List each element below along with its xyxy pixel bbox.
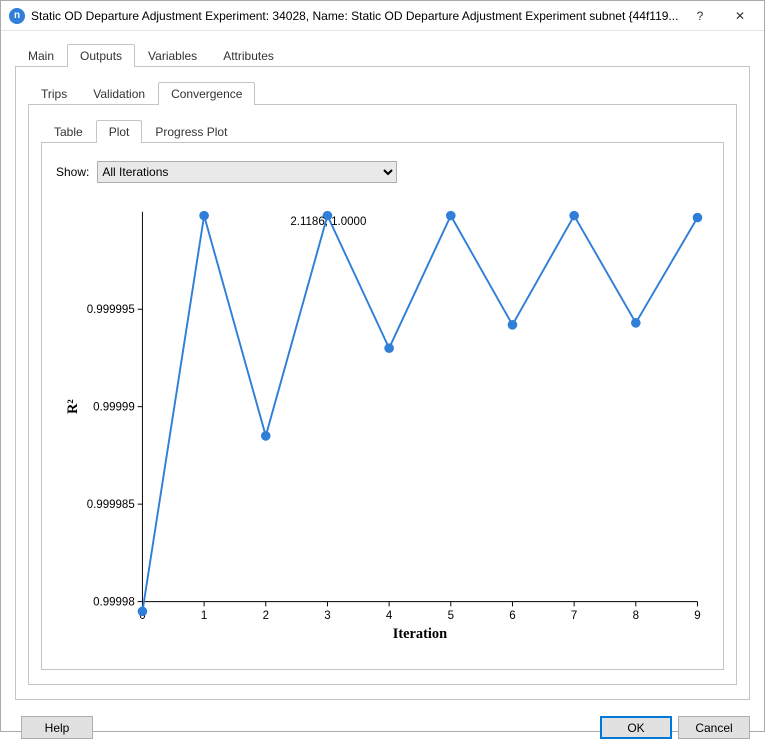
svg-text:0.99999: 0.99999 [93, 402, 135, 414]
tab-main-main[interactable]: Main [15, 44, 67, 67]
tab-sub1-validation[interactable]: Validation [80, 82, 158, 105]
titlebar: n Static OD Departure Adjustment Experim… [1, 1, 764, 31]
tab-main-attributes[interactable]: Attributes [210, 44, 287, 67]
tab-main-outputs[interactable]: Outputs [67, 44, 135, 67]
plot-panel: Show: All Iterations 0.99998 0.999985 0.99… [41, 143, 724, 670]
convergence-panel: TablePlotProgress Plot Show: All Iterati… [28, 105, 737, 685]
svg-text:3: 3 [324, 610, 330, 622]
tab-sub2-table[interactable]: Table [41, 120, 96, 143]
tabs-main: MainOutputsVariablesAttributes [15, 43, 750, 67]
svg-text:2: 2 [263, 610, 269, 622]
close-button[interactable]: ✕ [720, 2, 760, 30]
tab-sub1-convergence[interactable]: Convergence [158, 82, 255, 105]
chart: 0.999980.9999850.999990.9999950123456789… [56, 193, 709, 653]
svg-text:0.999985: 0.999985 [87, 499, 135, 511]
svg-text:9: 9 [694, 610, 700, 622]
svg-text:R²: R² [65, 399, 81, 414]
chart-svg: 0.999980.9999850.999990.9999950123456789… [56, 193, 709, 653]
svg-text:1: 1 [201, 610, 207, 622]
tab-sub1-trips[interactable]: Trips [28, 82, 80, 105]
help-button-footer[interactable]: Help [21, 716, 93, 739]
svg-text:Iteration: Iteration [393, 626, 447, 642]
app-icon: n [9, 8, 25, 24]
tabs-sub2: TablePlotProgress Plot [41, 119, 724, 143]
show-select[interactable]: All Iterations [97, 161, 397, 183]
svg-text:5: 5 [448, 610, 454, 622]
svg-text:0.99998: 0.99998 [93, 596, 135, 608]
outputs-panel: TripsValidationConvergence TablePlotProg… [15, 67, 750, 700]
svg-text:6: 6 [509, 610, 515, 622]
cancel-button[interactable]: Cancel [678, 716, 750, 739]
show-label: Show: [56, 165, 89, 179]
help-button[interactable]: ? [680, 2, 720, 30]
svg-text:7: 7 [571, 610, 577, 622]
svg-text:0.999995: 0.999995 [87, 304, 135, 316]
svg-text:4: 4 [386, 610, 393, 622]
tab-sub2-progress-plot[interactable]: Progress Plot [142, 120, 240, 143]
svg-text:8: 8 [633, 610, 639, 622]
tabs-sub1: TripsValidationConvergence [28, 81, 737, 105]
window-title: Static OD Departure Adjustment Experimen… [31, 9, 680, 23]
tab-sub2-plot[interactable]: Plot [96, 120, 143, 143]
show-row: Show: All Iterations [56, 161, 709, 183]
svg-text:2.1186, 1.0000: 2.1186, 1.0000 [290, 216, 366, 228]
dialog-footer: Help OK Cancel [1, 716, 764, 739]
ok-button[interactable]: OK [600, 716, 672, 739]
tab-main-variables[interactable]: Variables [135, 44, 210, 67]
